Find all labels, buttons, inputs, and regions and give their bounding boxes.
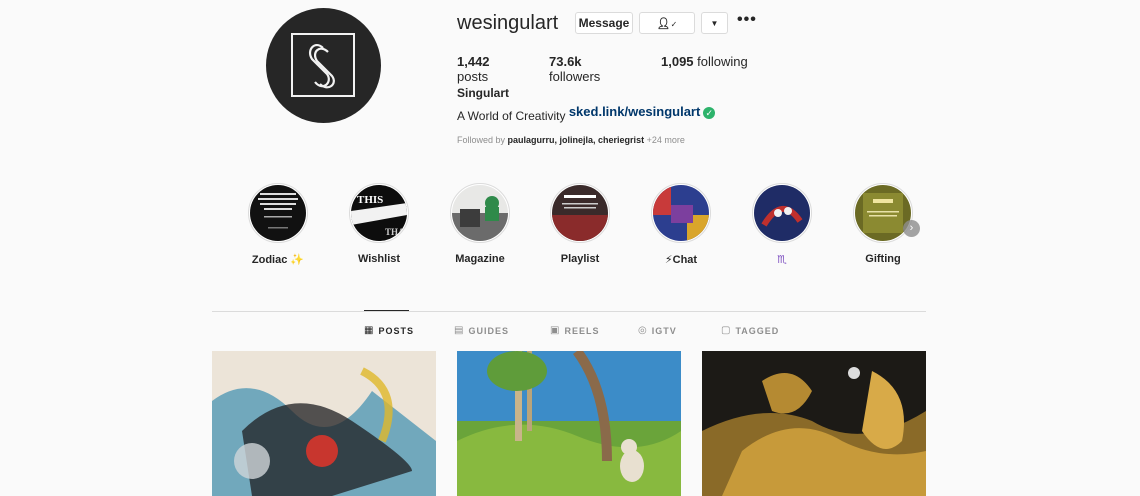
suggested-accounts-dropdown[interactable]: ▼ — [701, 12, 728, 34]
tab-label: TAGGED — [735, 325, 780, 336]
tabs-divider — [212, 311, 926, 312]
highlight-label: Magazine — [455, 253, 505, 265]
profile-avatar[interactable] — [266, 8, 381, 123]
active-tab-indicator — [364, 310, 409, 311]
posts-number: 1,442 — [457, 54, 490, 69]
highlight-label: Wishlist — [357, 253, 401, 265]
highlight-magazine[interactable]: Magazine — [440, 183, 520, 265]
reels-icon: ▣ — [550, 325, 561, 336]
tab-tagged[interactable]: ▢ TAGGED — [721, 325, 779, 336]
caret-down-icon: ▼ — [710, 18, 719, 28]
bio-text: A World of Creativity — [457, 109, 569, 123]
tab-guides[interactable]: ▤ GUIDES — [454, 325, 509, 336]
highlight-scorpio[interactable]: ♏ — [742, 183, 822, 266]
followed-more: +24 more — [644, 135, 685, 145]
post-image-abstract — [212, 351, 436, 496]
tagged-icon: ▢ — [721, 325, 732, 336]
post-image-dragon — [702, 351, 926, 496]
profile-username: wesingulart — [457, 12, 559, 34]
more-options-icon[interactable]: ••• — [737, 11, 757, 29]
highlight-zodiac[interactable]: Zodiac ✨ — [238, 183, 318, 266]
igtv-icon: ◎ — [638, 325, 648, 336]
verified-check-icon: ✓ — [703, 106, 716, 119]
highlight-label: Zodiac ✨ — [251, 254, 305, 266]
highlight-label: Playlist — [560, 253, 600, 265]
posts-count: 1,442 posts — [457, 54, 519, 84]
tab-label: REELS — [564, 325, 600, 336]
highlight-ring — [450, 183, 510, 243]
followers-label: followers — [549, 69, 601, 84]
highlight-label: ⚡Chat — [664, 254, 698, 266]
message-button[interactable]: Message — [575, 12, 633, 34]
highlight-cover — [653, 185, 709, 241]
following-button[interactable]: 👤︎✓ — [639, 12, 695, 34]
profile-bio: A World of Creativity sked.link/wesingul… — [457, 104, 716, 123]
person-check-icon: 👤︎✓ — [656, 17, 678, 30]
post-thumbnail[interactable] — [702, 351, 926, 496]
tab-label: POSTS — [378, 325, 414, 336]
post-thumbnail[interactable] — [457, 351, 681, 496]
highlight-ring — [752, 183, 812, 243]
highlight-cover — [552, 185, 608, 241]
guides-icon: ▤ — [454, 325, 465, 336]
profile-stats: 1,442 posts 73.6k followers 1,095 follow… — [457, 54, 778, 84]
highlight-cover — [754, 185, 810, 241]
tab-reels[interactable]: ▣ REELS — [550, 325, 599, 336]
highlight-ring — [651, 183, 711, 243]
chevron-right-icon[interactable]: › — [903, 220, 920, 237]
highlight-ring — [248, 183, 308, 243]
highlight-cover: THIS THA — [351, 185, 407, 241]
grid-icon: ▦ — [364, 325, 375, 336]
singulart-logo-icon — [308, 43, 335, 89]
highlight-label: ♏ — [777, 254, 787, 266]
following-link[interactable]: 1,095 following — [661, 54, 748, 84]
highlight-ring — [853, 183, 913, 243]
highlight-label: Gifting — [865, 253, 901, 265]
highlight-cover — [855, 185, 911, 241]
followed-names: paulagurru, jolinejla, cheriegrist — [507, 135, 645, 145]
followers-number: 73.6k — [549, 54, 582, 69]
tab-posts[interactable]: ▦ POSTS — [364, 325, 414, 336]
highlight-chat[interactable]: ⚡Chat — [641, 183, 721, 266]
highlight-cover — [452, 185, 508, 241]
followed-by[interactable]: Followed by paulagurru, jolinejla, cheri… — [457, 135, 685, 145]
post-thumbnail[interactable] — [212, 351, 436, 496]
post-image-landscape — [457, 351, 681, 496]
highlight-ring: THIS THA — [349, 183, 409, 243]
following-label: following — [693, 54, 748, 69]
posts-label: posts — [457, 69, 489, 84]
bio-link[interactable]: sked.link/wesingulart — [569, 104, 701, 119]
svg-text:THA: THA — [385, 227, 405, 237]
highlight-wishlist[interactable]: THIS THA Wishlist — [339, 183, 419, 265]
profile-full-name: Singulart — [457, 86, 510, 100]
followed-prefix: Followed by — [457, 135, 508, 145]
tab-label: IGTV — [651, 325, 677, 336]
tab-label: GUIDES — [468, 325, 509, 336]
tab-igtv[interactable]: ◎ IGTV — [638, 325, 677, 336]
highlight-cover — [250, 185, 306, 241]
highlight-ring — [550, 183, 610, 243]
highlight-playlist[interactable]: Playlist — [540, 183, 620, 265]
svg-text:THIS: THIS — [357, 194, 383, 206]
followers-link[interactable]: 73.6k followers — [549, 54, 631, 84]
following-number: 1,095 — [661, 54, 694, 69]
